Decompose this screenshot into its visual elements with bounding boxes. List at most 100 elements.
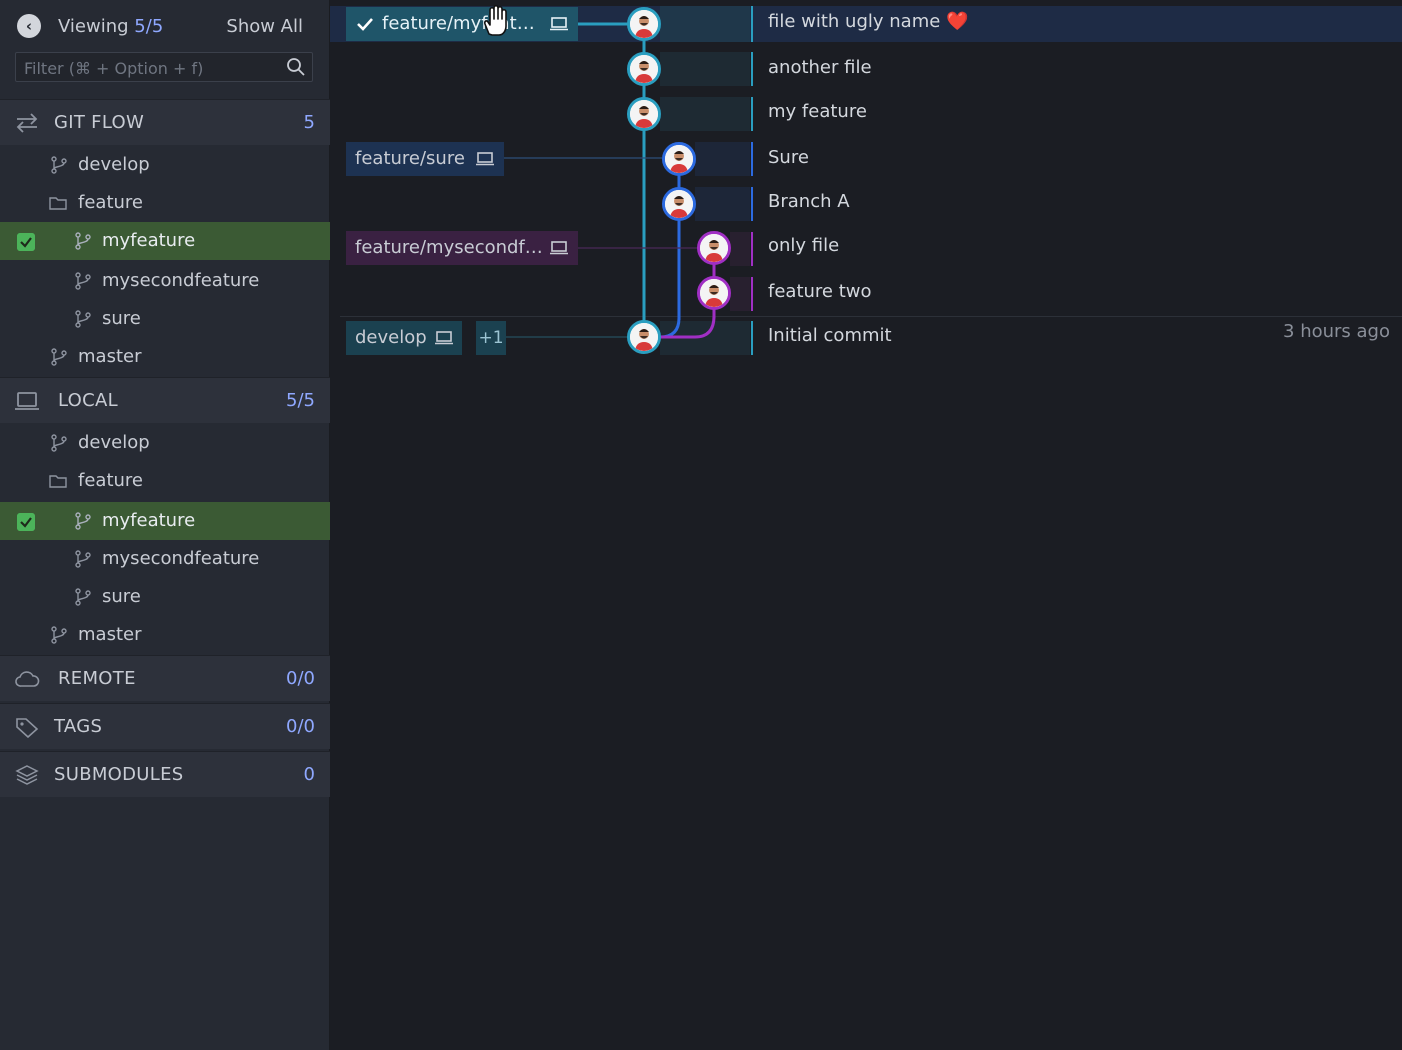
- folder-icon: [49, 197, 67, 210]
- avatar-person-icon: [630, 100, 658, 128]
- branch-icon: [75, 310, 91, 328]
- gitflow-item-myfeature[interactable]: myfeature: [0, 222, 330, 260]
- avatar: [697, 231, 731, 265]
- local-item-label: sure: [102, 586, 141, 607]
- hand-cursor-icon: [484, 4, 507, 36]
- avatar: [627, 52, 661, 86]
- branch-tag-sure[interactable]: feature/sure: [346, 142, 504, 176]
- gitflow-item-label: master: [78, 346, 142, 367]
- section-local[interactable]: LOCAL 5/5: [0, 377, 330, 423]
- local-item-label: develop: [78, 432, 150, 453]
- commit-message[interactable]: Sure: [768, 147, 809, 168]
- local-item-label: feature: [78, 470, 143, 491]
- commit-message[interactable]: feature two: [768, 281, 872, 302]
- viewing-label: Viewing 5/5: [58, 16, 163, 37]
- gitflow-item-mysecondfeature[interactable]: mysecondfeature: [0, 262, 330, 300]
- remote-count-a: 0: [286, 668, 298, 689]
- tags-count-a: 0: [286, 716, 298, 737]
- commit-message[interactable]: Initial commit: [768, 325, 892, 346]
- laptop-icon: [550, 241, 568, 255]
- section-local-count: 5/5: [286, 390, 315, 411]
- filter-input[interactable]: [16, 53, 276, 83]
- gitflow-item-label: sure: [102, 308, 141, 329]
- commit-message[interactable]: another file: [768, 57, 872, 78]
- avatar: [627, 320, 661, 354]
- tag-icon: [16, 718, 39, 738]
- commit-message[interactable]: my feature: [768, 101, 867, 122]
- avatar-person-icon: [700, 279, 728, 307]
- gitflow-item-sure[interactable]: sure: [0, 300, 330, 338]
- folder-icon: [49, 475, 67, 488]
- local-item-develop[interactable]: develop: [0, 424, 330, 462]
- laptop-icon: [550, 17, 568, 31]
- checkbox-checked-icon[interactable]: [17, 233, 35, 251]
- viewing-count: 5/5: [134, 16, 164, 37]
- more-tags-badge[interactable]: +1: [476, 321, 506, 355]
- local-item-label: myfeature: [102, 510, 196, 531]
- gitflow-item-develop[interactable]: develop: [0, 146, 330, 184]
- section-tags-label: TAGS: [54, 716, 103, 737]
- gitflow-item-label: myfeature: [102, 230, 196, 251]
- gitflow-item-master[interactable]: master: [0, 338, 330, 376]
- section-submodules-label: SUBMODULES: [54, 764, 184, 785]
- branch-icon: [51, 434, 67, 452]
- viewing-count-b: 5: [151, 16, 164, 37]
- gitflow-item-label: develop: [78, 154, 150, 175]
- local-item-master[interactable]: master: [0, 616, 330, 654]
- avatar-person-icon: [630, 323, 658, 351]
- back-arrow-icon[interactable]: ‹: [17, 14, 41, 38]
- commit-graph: feature/myfeat… feature/sure feature/mys…: [330, 0, 1402, 1050]
- viewing-row: ‹ Viewing 5/5 Show All: [0, 0, 330, 50]
- branch-tag-label: feature/myfeat…: [382, 13, 535, 34]
- branch-tag-label: develop: [355, 327, 427, 348]
- branch-icon: [75, 550, 91, 568]
- avatar-person-icon: [630, 55, 658, 83]
- local-count-b: 5: [303, 390, 315, 411]
- local-item-label: mysecondfeature: [102, 548, 260, 569]
- branch-icon: [75, 272, 91, 290]
- branch-tag-label: feature/sure: [355, 148, 465, 169]
- section-submodules[interactable]: SUBMODULES 0: [0, 751, 330, 797]
- branch-icon: [75, 588, 91, 606]
- section-gitflow-label: GIT FLOW: [54, 112, 145, 133]
- tags-count-b: 0: [303, 716, 315, 737]
- laptop-icon: [476, 152, 494, 166]
- laptop-icon: [435, 331, 453, 345]
- branch-tag-label: feature/mysecondf…: [355, 237, 543, 258]
- branch-icon: [51, 348, 67, 366]
- viewing-count-a: 5: [134, 16, 146, 37]
- search-icon[interactable]: [286, 57, 306, 77]
- commit-time: 3 hours ago: [1283, 321, 1390, 342]
- section-gitflow[interactable]: GIT FLOW 5: [0, 99, 330, 145]
- avatar-person-icon: [665, 145, 693, 173]
- cloud-icon: [15, 671, 40, 687]
- branch-tag-develop[interactable]: develop: [346, 321, 462, 355]
- layers-icon: [15, 765, 39, 785]
- commit-message[interactable]: file with ugly name ❤️: [768, 11, 968, 32]
- checkmark-icon: [357, 18, 373, 31]
- local-item-sure[interactable]: sure: [0, 578, 330, 616]
- branch-icon: [75, 232, 91, 250]
- local-count-a: 5: [286, 390, 298, 411]
- local-item-myfeature[interactable]: myfeature: [0, 502, 330, 540]
- viewing-text: Viewing: [58, 16, 129, 37]
- commit-message[interactable]: only file: [768, 235, 839, 256]
- checkbox-checked-icon[interactable]: [17, 513, 35, 531]
- branch-tag-mysecondfeature[interactable]: feature/mysecondf…: [346, 231, 578, 265]
- commit-message[interactable]: Branch A: [768, 191, 850, 212]
- avatar-person-icon: [665, 190, 693, 218]
- section-tags[interactable]: TAGS 0/0: [0, 703, 330, 749]
- section-remote[interactable]: REMOTE 0/0: [0, 655, 330, 701]
- section-local-label: LOCAL: [58, 390, 118, 411]
- remote-count-b: 0: [303, 668, 315, 689]
- local-item-mysecondfeature[interactable]: mysecondfeature: [0, 540, 330, 578]
- branch-tag-current[interactable]: feature/myfeat…: [346, 7, 578, 41]
- branch-icon: [75, 512, 91, 530]
- avatar-person-icon: [630, 10, 658, 38]
- avatar: [662, 142, 696, 176]
- local-item-feature[interactable]: feature: [0, 462, 330, 500]
- gitflow-item-feature[interactable]: feature: [0, 184, 330, 222]
- avatar: [662, 187, 696, 221]
- show-all-button[interactable]: Show All: [226, 16, 303, 37]
- branch-icon: [51, 156, 67, 174]
